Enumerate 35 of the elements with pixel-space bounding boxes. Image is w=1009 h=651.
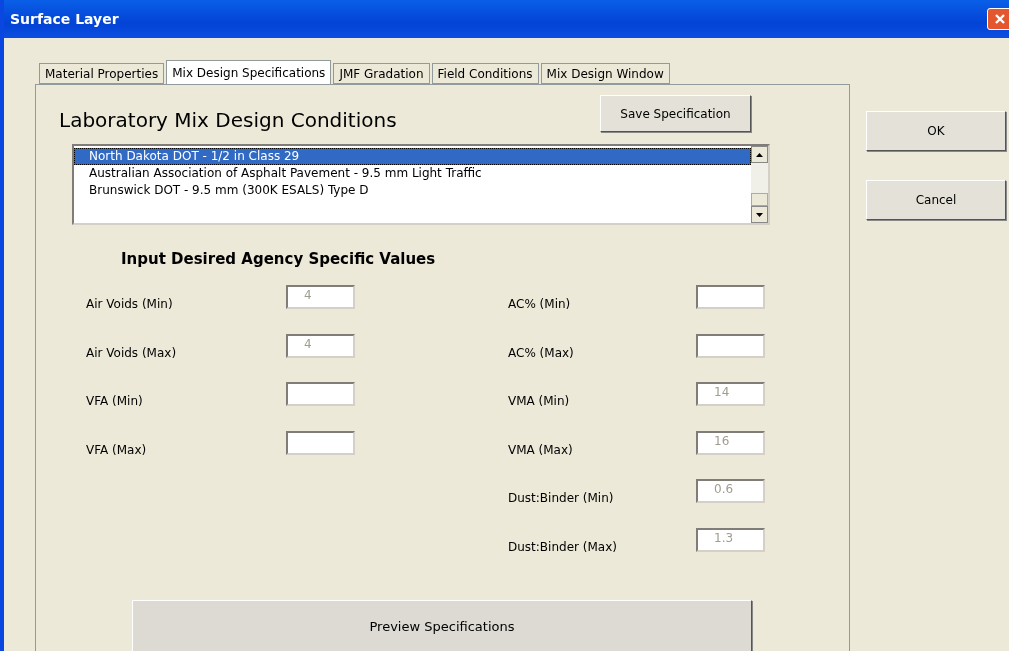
tab[interactable]: JMF Gradation <box>333 63 430 84</box>
tab[interactable]: Mix Design Window <box>540 63 670 84</box>
subsection-heading: Input Desired Agency Specific Values <box>121 250 437 268</box>
list-item[interactable]: Australian Association of Asphalt Pavement - 9.5 mm Light Traffic <box>74 165 751 182</box>
tab[interactable]: Mix Design Specifications <box>166 60 332 84</box>
input-field[interactable] <box>696 333 765 358</box>
list-item[interactable]: North Dakota DOT - 1/2 in Class 29 <box>74 148 751 165</box>
dialog-button[interactable]: Cancel <box>866 180 1006 220</box>
field-label: Dust:Binder (Max) <box>508 539 617 554</box>
section-heading: Laboratory Mix Design Conditions <box>59 107 397 132</box>
field-label: VMA (Min) <box>508 394 570 408</box>
field-label: VFA (Max) <box>86 442 147 457</box>
input-field[interactable] <box>286 382 355 406</box>
up-arrow-icon <box>756 152 763 157</box>
preview-button[interactable]: Preview Specifications <box>132 600 752 651</box>
field-label: VMA (Max) <box>508 442 573 457</box>
scrollbar-thumb[interactable] <box>751 193 768 206</box>
dialog-button[interactable]: OK <box>866 111 1006 151</box>
list-item[interactable]: Brunswick DOT - 9.5 mm (300K ESALS) Type D <box>74 182 751 199</box>
input-field[interactable] <box>696 285 765 309</box>
tab[interactable]: Field Conditions <box>431 63 539 84</box>
scrollbar[interactable] <box>751 146 768 223</box>
close-button[interactable] <box>987 8 1009 30</box>
field-label: Air Voids (Max) <box>86 345 177 360</box>
field-label: AC% (Max) <box>508 345 574 360</box>
field-label: AC% (Min) <box>508 297 571 311</box>
close-icon <box>994 13 1006 25</box>
save-button[interactable]: Save Specification <box>600 95 751 132</box>
input-field[interactable] <box>286 430 355 455</box>
field-label: Dust:Binder (Min) <box>508 491 614 505</box>
field-label: VFA (Min) <box>86 394 143 408</box>
tab[interactable]: Material Properties <box>39 63 165 84</box>
window-title: Surface Layer <box>10 11 119 27</box>
field-label: Air Voids (Min) <box>86 297 173 311</box>
down-arrow-icon <box>756 212 763 217</box>
